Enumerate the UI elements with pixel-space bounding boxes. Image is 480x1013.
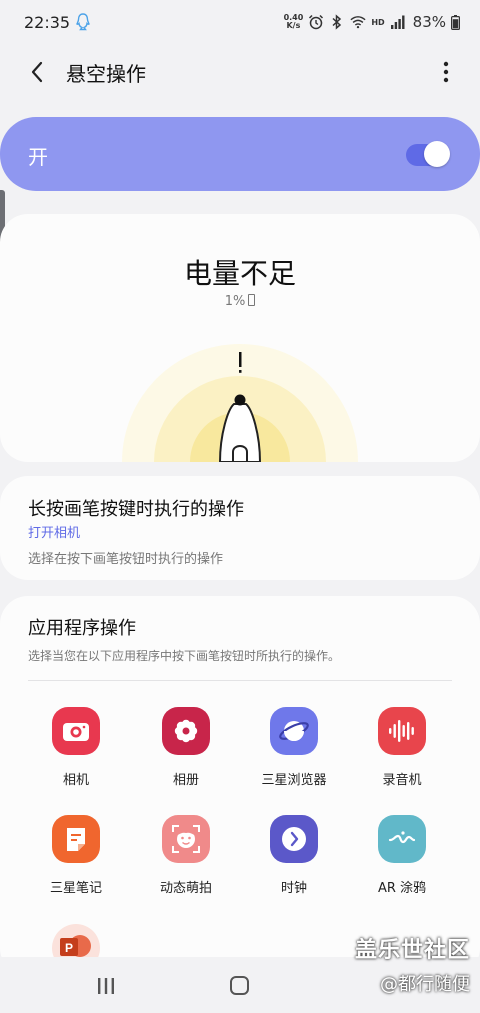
app-label: 时钟 bbox=[280, 881, 307, 896]
internet-planet-icon bbox=[270, 707, 318, 755]
status-time: 22:35 bbox=[24, 13, 71, 32]
battery-percent: 83% bbox=[412, 13, 446, 31]
back-arrow-icon bbox=[31, 61, 43, 83]
app-item-camera[interactable]: 相机 bbox=[22, 707, 130, 797]
s-pen-illustration bbox=[122, 344, 358, 462]
powerpoint-icon[interactable]: P bbox=[52, 924, 100, 958]
ar-emoji-face-icon bbox=[162, 815, 210, 863]
notes-icon bbox=[52, 815, 100, 863]
network-speed-unit: K/s bbox=[286, 21, 301, 30]
more-vert-icon bbox=[443, 61, 449, 83]
watermark-title: 盖乐世社区 bbox=[354, 938, 470, 963]
battery-status-title: 电量不足 bbox=[183, 257, 296, 290]
bluetooth-icon bbox=[332, 14, 342, 30]
master-toggle[interactable] bbox=[406, 141, 450, 167]
app-label: 三星笔记 bbox=[49, 881, 102, 896]
app-item-samsung-internet[interactable]: 三星浏览器 bbox=[240, 707, 348, 797]
recent-apps-button[interactable] bbox=[96, 977, 116, 995]
back-button[interactable] bbox=[22, 58, 52, 86]
pen-battery-card: 电量不足 1% bbox=[0, 214, 480, 462]
low-battery-icon bbox=[248, 294, 256, 306]
long-press-description: 选择在按下画笔按钮时执行的操作 bbox=[28, 552, 224, 567]
signal-icon bbox=[390, 15, 405, 29]
battery-level: 1% bbox=[0, 294, 480, 309]
battery-icon bbox=[451, 14, 460, 30]
hd-indicator: HD bbox=[371, 17, 385, 27]
camera-icon bbox=[52, 707, 100, 755]
voice-recorder-icon bbox=[378, 707, 426, 755]
long-press-setting[interactable]: 长按画笔按键时执行的操作 打开相机 选择在按下画笔按钮时执行的操作 bbox=[0, 476, 480, 580]
long-press-title: 长按画笔按键时执行的操作 bbox=[28, 499, 244, 520]
gallery-flower-icon bbox=[162, 707, 210, 755]
app-item-ar-doodle[interactable]: AR 涂鸦 bbox=[348, 815, 456, 905]
ar-doodle-icon bbox=[378, 815, 426, 863]
page-title: 悬空操作 bbox=[66, 62, 146, 86]
clock-icon bbox=[270, 815, 318, 863]
divider bbox=[28, 680, 452, 681]
app-item-clock[interactable]: 时钟 bbox=[240, 815, 348, 905]
master-switch-label: 开 bbox=[28, 145, 48, 169]
svg-text:P: P bbox=[65, 941, 73, 955]
app-item-voice-recorder[interactable]: 录音机 bbox=[348, 707, 456, 797]
master-switch-bar[interactable]: 开 bbox=[0, 117, 480, 191]
app-item-gallery[interactable]: 相册 bbox=[132, 707, 240, 797]
app-item-ar-emoji[interactable]: 动态萌拍 bbox=[132, 815, 240, 905]
app-item-samsung-notes[interactable]: 三星笔记 bbox=[22, 815, 130, 905]
app-actions-title: 应用程序操作 bbox=[28, 618, 136, 639]
watermark-user: @都行随便 bbox=[380, 974, 470, 995]
app-label: 录音机 bbox=[382, 773, 422, 788]
network-speed: 0.40 K/s bbox=[284, 14, 304, 30]
app-label: 相机 bbox=[62, 773, 89, 788]
qq-icon bbox=[76, 13, 90, 31]
alarm-icon bbox=[309, 14, 324, 30]
home-button[interactable] bbox=[230, 976, 249, 995]
app-label: 三星浏览器 bbox=[261, 773, 327, 788]
app-actions-description: 选择当您在以下应用程序中按下画笔按钮时所执行的操作。 bbox=[28, 649, 341, 663]
wifi-icon bbox=[350, 16, 366, 29]
status-icons: 0.40 K/s HD 83% bbox=[284, 11, 460, 33]
app-label: 相册 bbox=[172, 773, 199, 788]
app-actions-card: 应用程序操作 选择当您在以下应用程序中按下画笔按钮时所执行的操作。 相机 相册 … bbox=[0, 596, 480, 976]
app-bar: 悬空操作 bbox=[0, 44, 480, 100]
status-bar: 22:35 0.40 K/s HD 83% bbox=[0, 0, 480, 44]
toggle-knob bbox=[424, 141, 450, 167]
more-options-button[interactable] bbox=[436, 58, 456, 86]
app-label: AR 涂鸦 bbox=[377, 881, 427, 896]
app-label: 动态萌拍 bbox=[159, 881, 212, 896]
battery-level-text: 1% bbox=[224, 294, 246, 309]
long-press-current-action: 打开相机 bbox=[28, 526, 81, 541]
